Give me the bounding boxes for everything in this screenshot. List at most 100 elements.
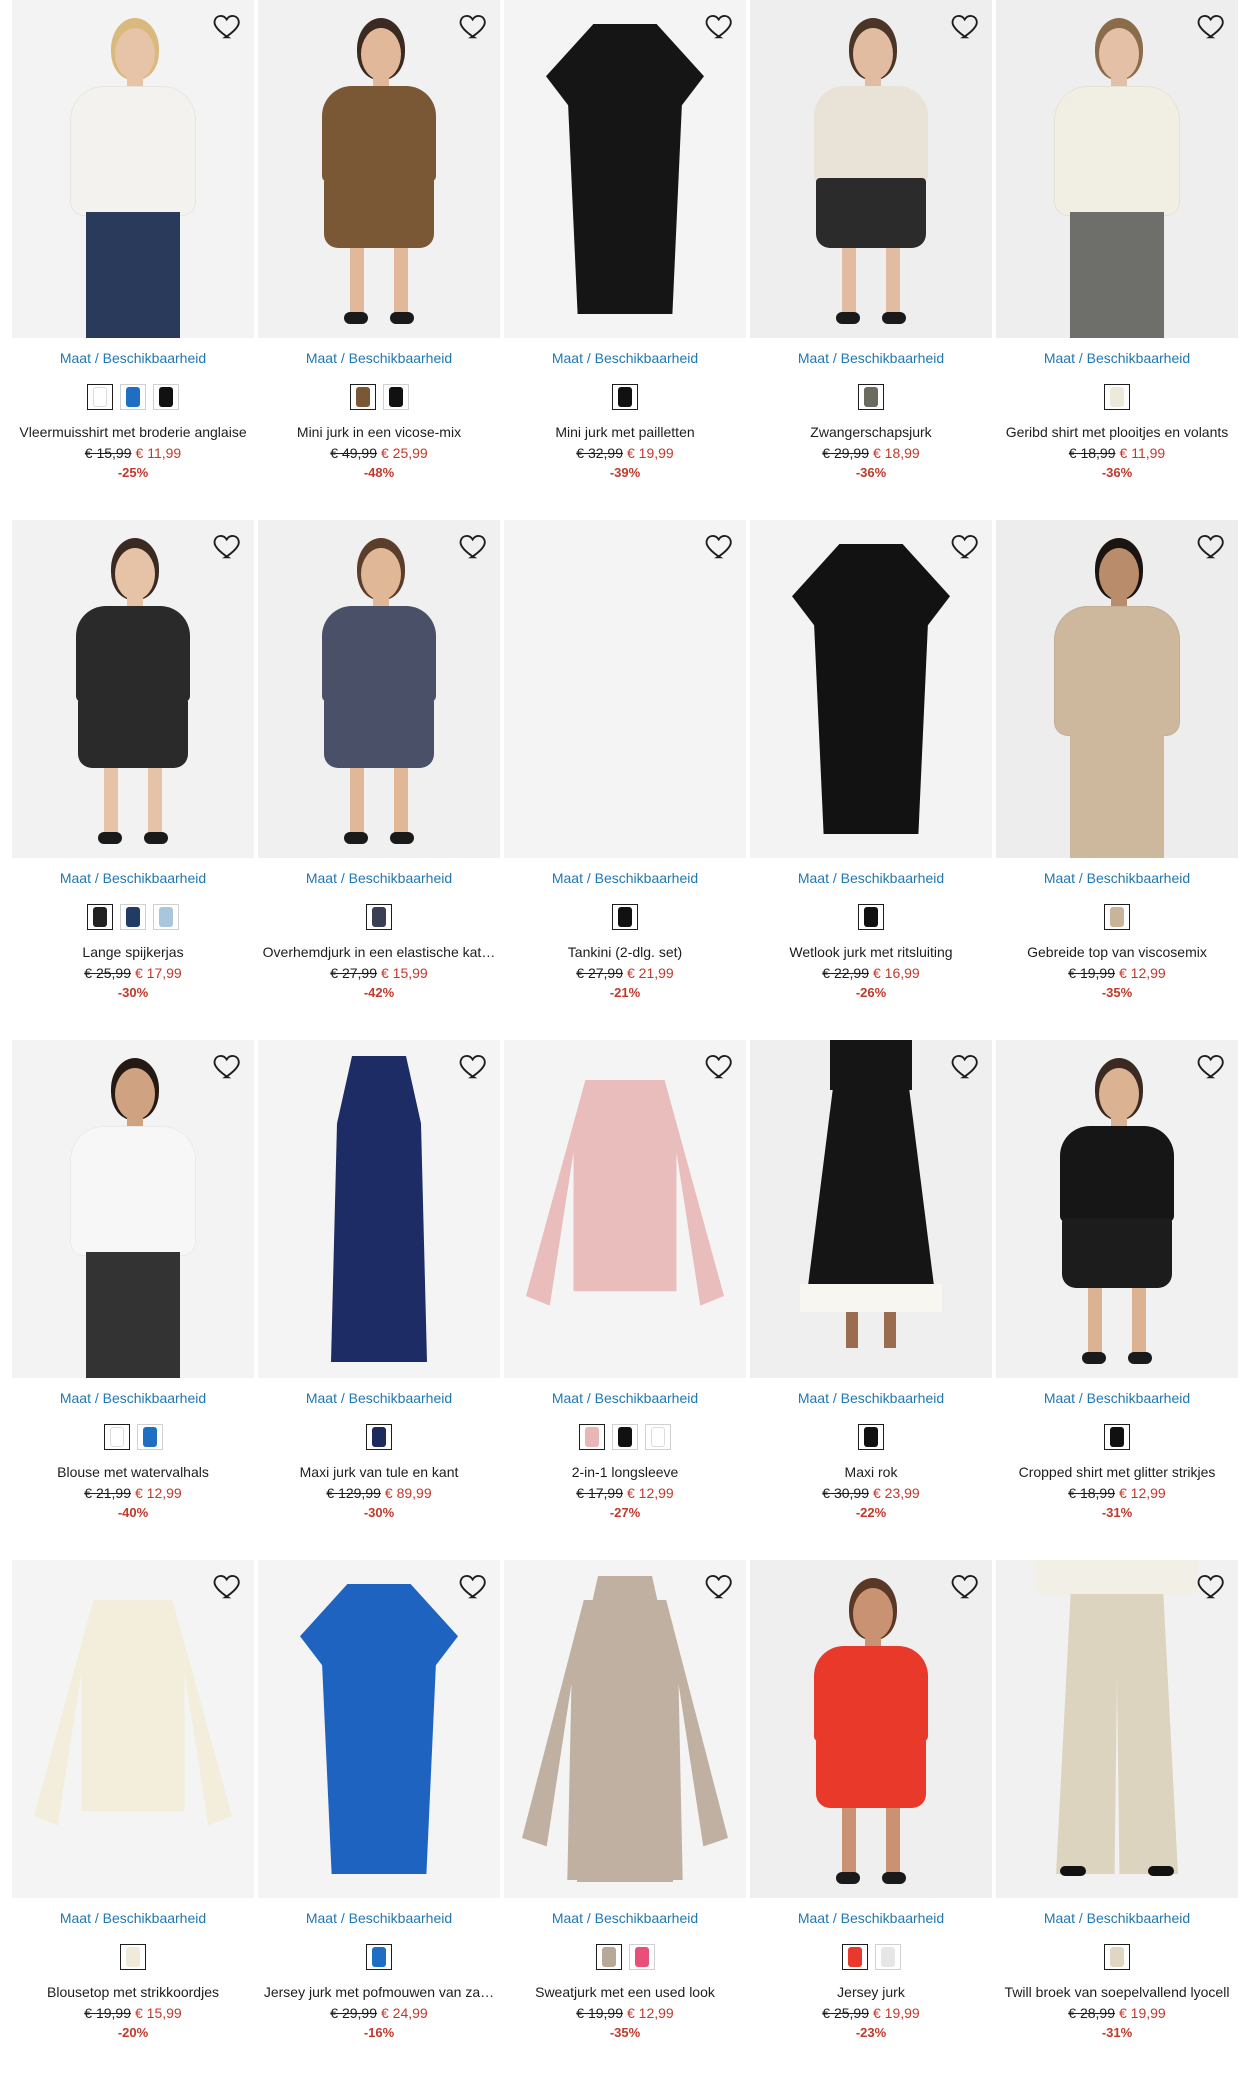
product-image[interactable]	[750, 0, 992, 338]
color-swatch[interactable]	[612, 904, 638, 930]
product-image[interactable]	[258, 1040, 500, 1378]
product-card[interactable]: Maat / Beschikbaarheid Tankini (2-dlg. se…	[504, 520, 746, 1040]
color-swatch[interactable]	[1104, 1944, 1130, 1970]
size-availability-link[interactable]: Maat / Beschikbaarheid	[996, 870, 1238, 886]
product-name[interactable]: Sweatjurk met een used look	[504, 1984, 746, 2000]
product-card[interactable]: Maat / Beschikbaarheid Sweatjurk met een …	[504, 1560, 746, 2080]
product-name[interactable]: Mini jurk met pailletten	[504, 424, 746, 440]
wishlist-heart-icon[interactable]	[704, 10, 736, 42]
product-name[interactable]: Cropped shirt met glitter strikjes	[996, 1464, 1238, 1480]
product-card[interactable]: Maat / Beschikbaarheid Twill broek van so…	[996, 1560, 1238, 2080]
product-name[interactable]: Mini jurk in een vicose-mix	[258, 424, 500, 440]
product-image[interactable]	[504, 0, 746, 338]
product-name[interactable]: Jersey jurk	[750, 1984, 992, 2000]
product-card[interactable]: Maat / Beschikbaarheid Mini jurk in een v…	[258, 0, 500, 520]
product-image[interactable]	[750, 520, 992, 858]
size-availability-link[interactable]: Maat / Beschikbaarheid	[504, 870, 746, 886]
wishlist-heart-icon[interactable]	[212, 1050, 244, 1082]
color-swatch[interactable]	[366, 1424, 392, 1450]
wishlist-heart-icon[interactable]	[1196, 1570, 1228, 1602]
product-name[interactable]: Maxi rok	[750, 1464, 992, 1480]
color-swatch[interactable]	[612, 1424, 638, 1450]
product-card[interactable]: Maat / Beschikbaarheid Jersey jurk € 25,99…	[750, 1560, 992, 2080]
color-swatch[interactable]	[1104, 904, 1130, 930]
product-image[interactable]	[258, 0, 500, 338]
product-image[interactable]	[504, 1040, 746, 1378]
size-availability-link[interactable]: Maat / Beschikbaarheid	[996, 350, 1238, 366]
product-card[interactable]: Maat / Beschikbaarheid Zwangerschapsjurk €…	[750, 0, 992, 520]
wishlist-heart-icon[interactable]	[212, 530, 244, 562]
wishlist-heart-icon[interactable]	[458, 10, 490, 42]
size-availability-link[interactable]: Maat / Beschikbaarheid	[750, 870, 992, 886]
product-card[interactable]: Maat / Beschikbaarheid Wetlook jurk met r…	[750, 520, 992, 1040]
wishlist-heart-icon[interactable]	[950, 1570, 982, 1602]
color-swatch[interactable]	[579, 1424, 605, 1450]
product-image[interactable]	[258, 520, 500, 858]
product-image[interactable]	[12, 1560, 254, 1898]
size-availability-link[interactable]: Maat / Beschikbaarheid	[12, 870, 254, 886]
color-swatch[interactable]	[87, 384, 113, 410]
wishlist-heart-icon[interactable]	[458, 1050, 490, 1082]
color-swatch[interactable]	[874, 1944, 901, 1970]
size-availability-link[interactable]: Maat / Beschikbaarheid	[996, 1390, 1238, 1406]
product-name[interactable]: Gebreide top van viscosemix	[996, 944, 1238, 960]
product-card[interactable]: Maat / Beschikbaarheid Blousetop met stri…	[12, 1560, 254, 2080]
color-swatch[interactable]	[136, 1424, 163, 1450]
color-swatch[interactable]	[366, 1944, 392, 1970]
product-name[interactable]: Tankini (2-dlg. set)	[504, 944, 746, 960]
product-image[interactable]	[996, 1040, 1238, 1378]
color-swatch[interactable]	[120, 1944, 146, 1970]
color-swatch[interactable]	[1104, 1424, 1130, 1450]
size-availability-link[interactable]: Maat / Beschikbaarheid	[996, 1910, 1238, 1926]
wishlist-heart-icon[interactable]	[950, 10, 982, 42]
wishlist-heart-icon[interactable]	[458, 530, 490, 562]
wishlist-heart-icon[interactable]	[458, 1570, 490, 1602]
color-swatch[interactable]	[87, 904, 113, 930]
product-name[interactable]: Overhemdjurk in een elastische kat…	[258, 944, 500, 960]
wishlist-heart-icon[interactable]	[704, 1570, 736, 1602]
product-name[interactable]: Zwangerschapsjurk	[750, 424, 992, 440]
product-card[interactable]: Maat / Beschikbaarheid Maxi jurk van tule…	[258, 1040, 500, 1560]
product-name[interactable]: Jersey jurk met pofmouwen van za…	[258, 1984, 500, 2000]
color-swatch[interactable]	[858, 904, 884, 930]
product-card[interactable]: Maat / Beschikbaarheid Jersey jurk met po…	[258, 1560, 500, 2080]
product-name[interactable]: Wetlook jurk met ritsluiting	[750, 944, 992, 960]
product-card[interactable]: Maat / Beschikbaarheid Lange spijkerjas € …	[12, 520, 254, 1040]
product-card[interactable]: Maat / Beschikbaarheid Gebreide top van v…	[996, 520, 1238, 1040]
wishlist-heart-icon[interactable]	[1196, 1050, 1228, 1082]
color-swatch[interactable]	[120, 904, 146, 930]
product-name[interactable]: Geribd shirt met plooitjes en volants	[996, 424, 1238, 440]
product-image[interactable]	[258, 1560, 500, 1898]
size-availability-link[interactable]: Maat / Beschikbaarheid	[750, 350, 992, 366]
color-swatch[interactable]	[595, 1944, 622, 1970]
product-name[interactable]: Twill broek van soepelvallend lyocell	[996, 1984, 1238, 2000]
product-card[interactable]: Maat / Beschikbaarheid Geribd shirt met p…	[996, 0, 1238, 520]
product-image[interactable]	[12, 0, 254, 338]
color-swatch[interactable]	[103, 1424, 130, 1450]
color-swatch[interactable]	[382, 384, 409, 410]
product-image[interactable]	[996, 520, 1238, 858]
size-availability-link[interactable]: Maat / Beschikbaarheid	[258, 1390, 500, 1406]
product-image[interactable]	[12, 1040, 254, 1378]
product-image[interactable]	[504, 1560, 746, 1898]
color-swatch[interactable]	[120, 384, 146, 410]
size-availability-link[interactable]: Maat / Beschikbaarheid	[504, 1910, 746, 1926]
color-swatch[interactable]	[612, 384, 638, 410]
size-availability-link[interactable]: Maat / Beschikbaarheid	[12, 350, 254, 366]
wishlist-heart-icon[interactable]	[704, 530, 736, 562]
product-name[interactable]: Blousetop met strikkoordjes	[12, 1984, 254, 2000]
product-image[interactable]	[996, 0, 1238, 338]
color-swatch[interactable]	[841, 1944, 868, 1970]
size-availability-link[interactable]: Maat / Beschikbaarheid	[258, 350, 500, 366]
product-image[interactable]	[996, 1560, 1238, 1898]
wishlist-heart-icon[interactable]	[704, 1050, 736, 1082]
color-swatch[interactable]	[858, 1424, 884, 1450]
product-card[interactable]: Maat / Beschikbaarheid Mini jurk met pail…	[504, 0, 746, 520]
wishlist-heart-icon[interactable]	[1196, 530, 1228, 562]
size-availability-link[interactable]: Maat / Beschikbaarheid	[12, 1910, 254, 1926]
size-availability-link[interactable]: Maat / Beschikbaarheid	[258, 870, 500, 886]
size-availability-link[interactable]: Maat / Beschikbaarheid	[750, 1390, 992, 1406]
size-availability-link[interactable]: Maat / Beschikbaarheid	[750, 1910, 992, 1926]
wishlist-heart-icon[interactable]	[212, 1570, 244, 1602]
size-availability-link[interactable]: Maat / Beschikbaarheid	[504, 350, 746, 366]
